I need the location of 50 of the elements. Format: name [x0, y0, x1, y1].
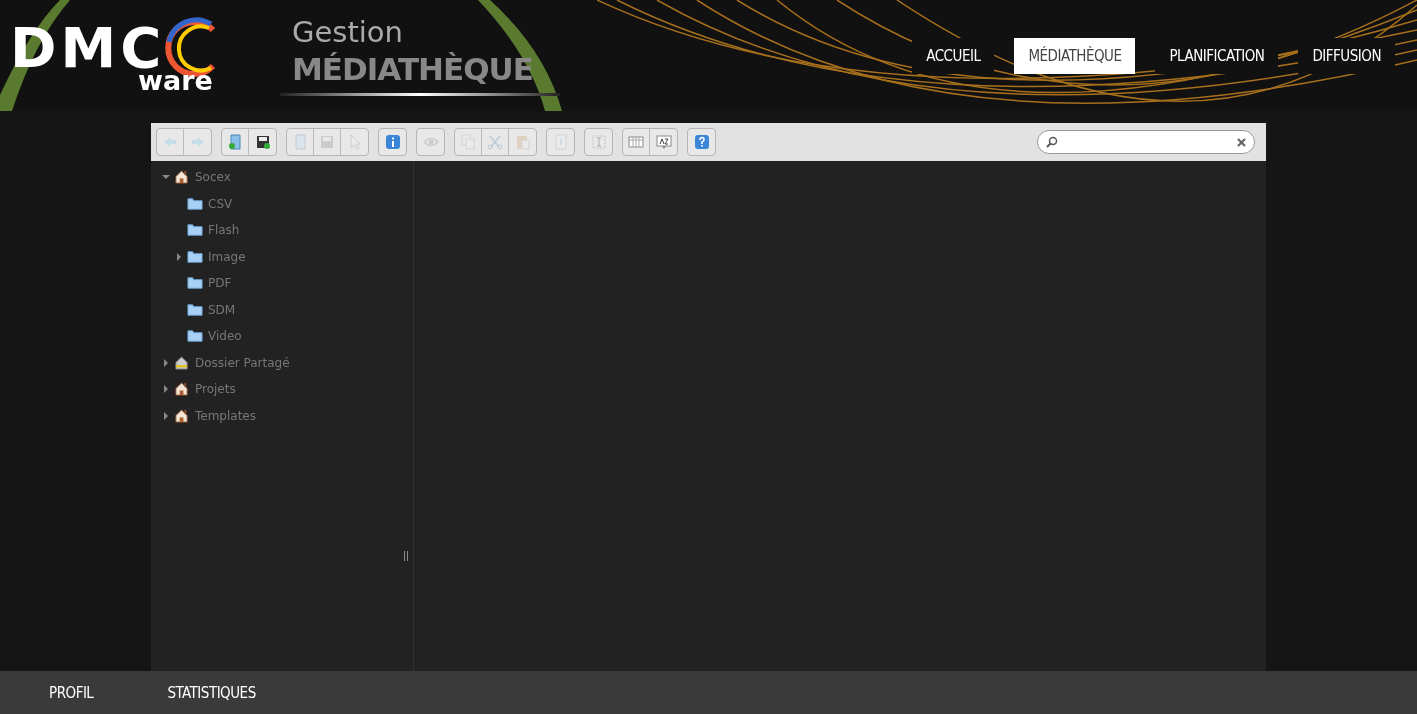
folder-icon [187, 275, 203, 292]
scissors-icon [487, 134, 503, 150]
resize-handle[interactable] [404, 551, 408, 561]
search-field[interactable] [1037, 130, 1255, 154]
tree-item[interactable]: Image [185, 248, 246, 265]
folder-icon [187, 328, 203, 345]
expand-toggle-icon[interactable] [163, 411, 168, 420]
shared-drive-icon [174, 354, 190, 371]
folder-icon [187, 248, 203, 265]
tree-item[interactable]: CSV [185, 195, 233, 212]
nav-tab[interactable]: ACCUEIL [912, 37, 995, 74]
tree-item[interactable]: Socex [172, 169, 231, 186]
document-icon [292, 134, 308, 150]
clipboard-icon [552, 134, 569, 150]
info-icon [384, 134, 401, 150]
nav-tab[interactable]: MÉDIATHÈQUE [1014, 37, 1136, 74]
tree-item[interactable]: Video [185, 328, 242, 345]
clipboard-icon [514, 134, 531, 150]
banner-title: MÉDIATHÈQUE [292, 50, 534, 89]
columns-icon [628, 134, 644, 150]
floppy-plus-icon [254, 134, 271, 150]
arrow-left-icon [162, 134, 178, 150]
search-icon [1046, 136, 1058, 148]
document-plus-icon [227, 134, 243, 150]
sort-icon [655, 134, 672, 150]
tree-item[interactable]: Projets [172, 381, 236, 398]
expand-toggle-icon[interactable] [163, 358, 168, 367]
folder-icon [187, 222, 203, 239]
help-icon [693, 134, 710, 150]
folder-icon [187, 301, 203, 318]
collapse-toggle-icon[interactable] [161, 175, 170, 180]
house-icon [174, 407, 190, 424]
tree-item[interactable]: PDF [185, 275, 232, 292]
tree-item[interactable]: Templates [172, 407, 256, 424]
nav-tab[interactable]: DIFFUSION [1298, 37, 1395, 74]
footer-link[interactable]: PROFIL [49, 683, 94, 702]
selection-icon [590, 134, 607, 150]
tree-item[interactable]: Flash [185, 222, 240, 239]
footer-link[interactable]: STATISTIQUES [167, 683, 256, 702]
arrow-right-icon [189, 134, 206, 150]
clear-icon[interactable] [1237, 137, 1246, 147]
banner-subtitle: Gestion [292, 15, 404, 49]
tree-item[interactable]: Dossier Partagé [172, 354, 290, 371]
expand-toggle-icon[interactable] [176, 252, 181, 261]
folder-icon [187, 195, 203, 212]
tree-item[interactable]: SDM [185, 301, 236, 318]
house-icon [174, 169, 190, 186]
house-icon [174, 381, 190, 398]
floppy-icon [319, 134, 335, 150]
expand-toggle-icon[interactable] [163, 385, 168, 394]
